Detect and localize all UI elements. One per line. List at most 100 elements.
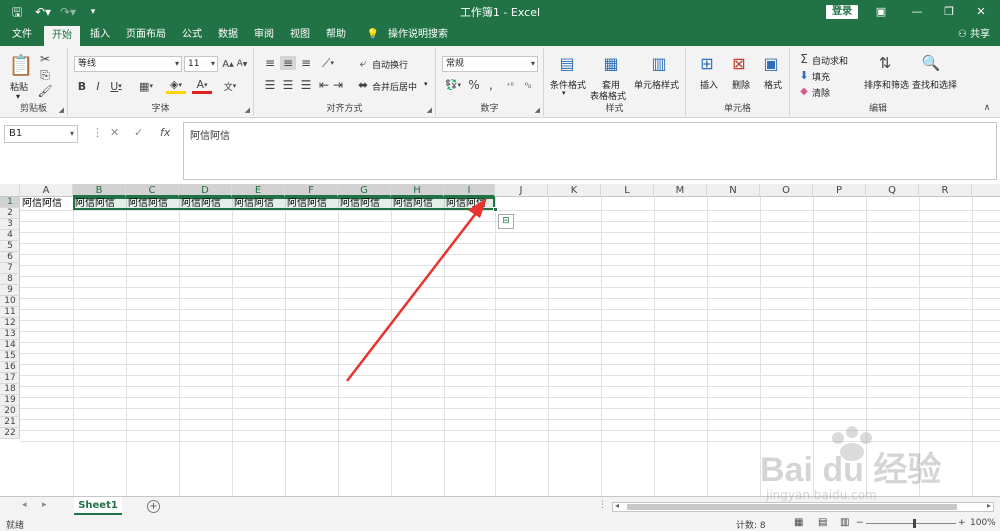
- cancel-icon[interactable]: ✕: [110, 126, 119, 139]
- bold-icon[interactable]: B: [76, 78, 88, 94]
- tab-file[interactable]: 文件: [8, 24, 36, 46]
- insert-function-icon[interactable]: fx: [160, 126, 170, 139]
- wrap-text-icon[interactable]: ⤶: [356, 56, 370, 70]
- decrease-indent-icon[interactable]: ⇤: [318, 78, 330, 92]
- delete-cells-button[interactable]: 删除: [732, 78, 750, 91]
- share-button[interactable]: ⚇ 共享: [958, 24, 990, 46]
- cell-area[interactable]: 阿信阿信 阿信阿信 阿信阿信 阿信阿信 阿信阿信 阿信阿信 阿信阿信 阿信阿信 …: [20, 197, 1000, 496]
- row-header[interactable]: 22: [0, 428, 20, 439]
- enter-icon[interactable]: ✓: [134, 126, 143, 139]
- column-header[interactable]: A: [20, 184, 73, 197]
- ribbon-display-icon[interactable]: ▣: [868, 3, 894, 21]
- save-icon[interactable]: 🖫: [8, 3, 26, 21]
- zoom-level[interactable]: 100%: [970, 518, 996, 528]
- underline-icon[interactable]: U ▾: [108, 78, 124, 94]
- font-size-combo[interactable]: 11 ▾: [184, 56, 218, 72]
- conditional-formatting-icon[interactable]: ▤: [556, 52, 578, 74]
- cell-d1[interactable]: 阿信阿信: [179, 198, 232, 209]
- percent-icon[interactable]: %: [468, 78, 480, 92]
- cell-g1[interactable]: 阿信阿信: [338, 198, 391, 209]
- row-header[interactable]: 19: [0, 395, 20, 406]
- column-header[interactable]: O: [760, 184, 813, 197]
- font-name-combo[interactable]: 等线 ▾: [74, 56, 182, 72]
- column-header[interactable]: H: [391, 184, 444, 197]
- eraser-icon[interactable]: ◆: [798, 84, 810, 98]
- find-select-button[interactable]: 查找和选择: [912, 78, 957, 91]
- formula-input[interactable]: 阿信阿信: [183, 122, 997, 180]
- zoom-slider[interactable]: [866, 523, 956, 524]
- format-painter-icon[interactable]: 🖌: [37, 84, 52, 98]
- autosum-icon[interactable]: Σ: [798, 52, 810, 66]
- tab-splitter-icon[interactable]: ⋮: [598, 500, 607, 510]
- row-header[interactable]: 15: [0, 351, 20, 362]
- row-header[interactable]: 21: [0, 417, 20, 428]
- cut-icon[interactable]: ✂: [38, 52, 52, 66]
- prev-sheet-icon[interactable]: ◂: [22, 500, 27, 510]
- fill-icon[interactable]: ⬇: [798, 68, 810, 82]
- column-header[interactable]: D: [179, 184, 232, 197]
- format-cells-icon[interactable]: ▣: [760, 52, 782, 74]
- italic-icon[interactable]: I: [92, 78, 104, 94]
- cell-styles-icon[interactable]: ▥: [648, 52, 670, 74]
- tab-view[interactable]: 视图: [286, 24, 314, 46]
- row-header[interactable]: 18: [0, 384, 20, 395]
- restore-icon[interactable]: ❐: [936, 3, 962, 21]
- column-header[interactable]: Q: [866, 184, 919, 197]
- increase-font-icon[interactable]: A ▲: [222, 56, 234, 72]
- close-icon[interactable]: ✕: [968, 3, 994, 21]
- row-header[interactable]: 13: [0, 329, 20, 340]
- column-header[interactable]: J: [495, 184, 548, 197]
- scroll-right-icon[interactable]: ▸: [987, 501, 991, 510]
- clear-button[interactable]: 清除: [812, 86, 830, 99]
- align-bottom-icon[interactable]: ≡: [298, 56, 314, 70]
- minimize-icon[interactable]: —: [904, 3, 930, 21]
- horizontal-scrollbar[interactable]: ◂ ▸: [612, 501, 994, 512]
- clipboard-launcher-icon[interactable]: ◢: [59, 106, 64, 114]
- row-header[interactable]: 7: [0, 263, 20, 274]
- column-header[interactable]: I: [444, 184, 495, 197]
- column-header[interactable]: K: [548, 184, 601, 197]
- login-button[interactable]: 登录: [826, 5, 858, 19]
- merge-center-button[interactable]: 合并后居中: [372, 80, 417, 93]
- undo-icon[interactable]: ↶▾: [32, 3, 54, 21]
- column-header[interactable]: P: [813, 184, 866, 197]
- row-header[interactable]: 5: [0, 241, 20, 252]
- row-header[interactable]: 10: [0, 296, 20, 307]
- row-header[interactable]: 4: [0, 230, 20, 241]
- alignment-launcher-icon[interactable]: ◢: [427, 106, 432, 114]
- page-layout-view-icon[interactable]: ▤: [818, 517, 827, 528]
- paste-icon[interactable]: 📋: [8, 52, 34, 78]
- decrease-font-icon[interactable]: A ▼: [236, 56, 248, 72]
- scrollbar-thumb[interactable]: [627, 504, 957, 510]
- currency-icon[interactable]: 💱 ▾: [444, 78, 462, 92]
- insert-cells-button[interactable]: 插入: [700, 78, 718, 91]
- column-header[interactable]: L: [601, 184, 654, 197]
- conditional-dropdown-icon[interactable]: ▾: [562, 89, 566, 97]
- cell-e1[interactable]: 阿信阿信: [232, 198, 285, 209]
- borders-icon[interactable]: ▦ ▾: [136, 78, 156, 94]
- column-header[interactable]: C: [126, 184, 179, 197]
- redo-icon[interactable]: ↷▾: [58, 3, 78, 21]
- row-header[interactable]: 12: [0, 318, 20, 329]
- next-sheet-icon[interactable]: ▸: [42, 500, 47, 510]
- row-header[interactable]: 16: [0, 362, 20, 373]
- font-color-icon[interactable]: A ▾: [192, 78, 212, 94]
- row-header[interactable]: 9: [0, 285, 20, 296]
- row-header[interactable]: 14: [0, 340, 20, 351]
- collapse-ribbon-icon[interactable]: ∧: [980, 102, 994, 114]
- column-header[interactable]: B: [73, 184, 126, 197]
- column-header[interactable]: M: [654, 184, 707, 197]
- format-cells-button[interactable]: 格式: [764, 78, 782, 91]
- scroll-left-icon[interactable]: ◂: [615, 501, 619, 510]
- align-middle-icon[interactable]: ≡: [280, 56, 296, 70]
- quick-analysis-icon[interactable]: ⊟: [498, 214, 514, 229]
- merge-center-icon[interactable]: ⬌: [356, 78, 370, 92]
- align-left-icon[interactable]: ☰: [262, 78, 278, 92]
- format-as-table-icon[interactable]: ▦: [600, 52, 622, 74]
- row-header[interactable]: 1: [0, 197, 20, 208]
- zoom-slider-thumb[interactable]: [913, 519, 916, 528]
- increase-indent-icon[interactable]: ⇥: [332, 78, 344, 92]
- cell-h1[interactable]: 阿信阿信: [391, 198, 444, 209]
- tab-home[interactable]: 开始: [44, 26, 80, 46]
- row-header[interactable]: 3: [0, 219, 20, 230]
